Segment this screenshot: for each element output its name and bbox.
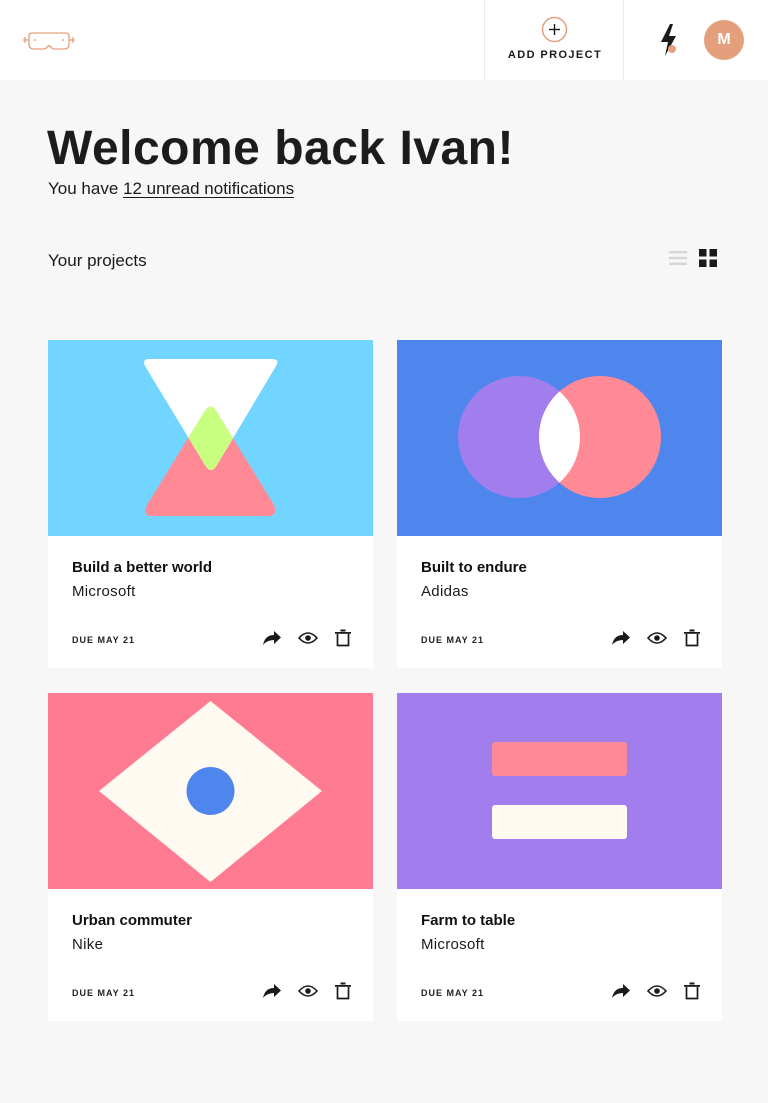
project-client: Adidas (421, 583, 469, 600)
project-thumbnail[interactable] (397, 693, 722, 889)
notifications-button[interactable] (656, 22, 682, 58)
trash-icon[interactable] (682, 982, 702, 1000)
share-icon[interactable] (611, 982, 631, 1000)
project-thumbnail[interactable] (48, 340, 373, 536)
project-client: Microsoft (72, 583, 136, 600)
project-thumbnail[interactable] (397, 340, 722, 536)
project-client: Nike (72, 936, 104, 953)
notifications-prefix: You have (48, 179, 123, 198)
eye-icon[interactable] (647, 982, 667, 1000)
project-card[interactable]: Built to endure Adidas DUE MAY 21 (397, 340, 722, 668)
eye-icon[interactable] (298, 629, 318, 647)
share-icon[interactable] (611, 629, 631, 647)
page-title: Welcome back Ivan! (47, 122, 514, 175)
eye-icon[interactable] (298, 982, 318, 1000)
project-card[interactable]: Urban commuter Nike DUE MAY 21 (48, 693, 373, 1021)
unread-notifications-link[interactable]: 12 unread notifications (123, 179, 294, 198)
project-due-date: DUE MAY 21 (421, 635, 485, 645)
plus-circle-icon (541, 16, 568, 43)
share-icon[interactable] (262, 629, 282, 647)
add-project-label: ADD PROJECT (507, 49, 603, 61)
share-icon[interactable] (262, 982, 282, 1000)
trash-icon[interactable] (333, 629, 353, 647)
project-title: Build a better world (72, 559, 213, 576)
mask-logo-icon[interactable] (22, 27, 76, 53)
top-bar: ADD PROJECT M (0, 0, 768, 80)
trash-icon[interactable] (682, 629, 702, 647)
project-due-date: DUE MAY 21 (421, 988, 485, 998)
bolt-icon (661, 24, 676, 56)
project-card[interactable]: Farm to table Microsoft DUE MAY 21 (397, 693, 722, 1021)
trash-icon[interactable] (333, 982, 353, 1000)
project-thumbnail[interactable] (48, 693, 373, 889)
list-view-icon[interactable] (669, 250, 687, 266)
grid-view-icon[interactable] (699, 249, 717, 267)
project-due-date: DUE MAY 21 (72, 635, 136, 645)
add-project-button[interactable]: ADD PROJECT (484, 0, 624, 80)
eye-icon[interactable] (647, 629, 667, 647)
avatar[interactable]: M (704, 20, 744, 60)
project-title: Urban commuter (72, 912, 193, 929)
notifications-summary: You have 12 unread notifications (48, 179, 294, 199)
projects-section-title: Your projects (48, 251, 147, 270)
project-title: Built to endure (421, 559, 527, 576)
project-title: Farm to table (421, 912, 516, 929)
project-due-date: DUE MAY 21 (72, 988, 136, 998)
project-client: Microsoft (421, 936, 485, 953)
project-card[interactable]: Build a better world Microsoft DUE MAY 2… (48, 340, 373, 668)
